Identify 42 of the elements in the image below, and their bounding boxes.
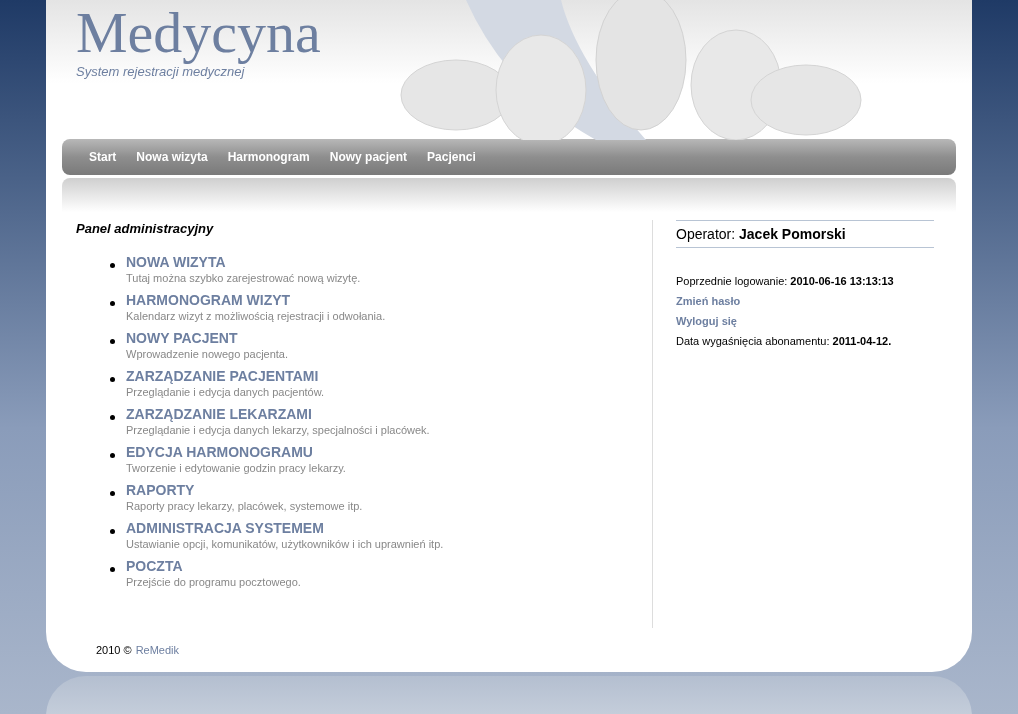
copyright-text: 2010 © (96, 644, 132, 657)
bullet-icon (110, 301, 115, 307)
nav-link[interactable]: Harmonogram (227, 150, 310, 165)
menu-link[interactable]: ADMINISTRACJA SYSTEMEM (126, 520, 444, 538)
nav-link[interactable]: Nowa wizyta (136, 150, 208, 165)
menu-description: Przejście do programu pocztowego. (126, 575, 301, 591)
sidebar-link[interactable]: Wyloguj się (676, 312, 934, 331)
menu-link[interactable]: NOWY PACJENT (126, 330, 289, 348)
bullet-icon (110, 339, 115, 345)
panel-heading: Panel administracyjny (76, 221, 215, 237)
bullet-icon (110, 529, 115, 535)
menu-link[interactable]: RAPORTY (126, 482, 363, 500)
menu-link[interactable]: HARMONOGRAM WIZYT (126, 292, 386, 310)
menu-description: Wprowadzenie nowego pacjenta. (126, 347, 289, 363)
menu-link[interactable]: EDYCJA HARMONOGRAMU (126, 444, 346, 462)
menu-link[interactable]: ZARZĄDZANIE PACJENTAMI (126, 368, 325, 386)
bullet-icon (110, 567, 115, 573)
expiry-text: Data wygaśnięcia abonamentu: 2011-04-12. (676, 334, 893, 350)
bullet-icon (110, 415, 115, 421)
menu-description: Raporty pracy lekarzy, placówek, systemowe itp. (126, 499, 363, 515)
site-title: Medycyna (76, 0, 322, 66)
site-subtitle: System rejestracji medycznej (76, 64, 246, 79)
nav-link[interactable]: Pacjenci (427, 150, 476, 165)
bullet-icon (110, 453, 115, 459)
bullet-icon (110, 263, 115, 269)
menu-description: Przeglądanie i edycja danych lekarzy, specjalności i placówek. (126, 423, 430, 439)
last-login-text: Poprzednie logowanie: 2010-06-16 13:13:13 (676, 274, 895, 290)
bullet-icon (110, 377, 115, 383)
menu-description: Ustawianie opcji, komunikatów, użytkowników i ich uprawnień itp. (126, 537, 444, 553)
menu-description: Tutaj można szybko zarejestrować nową wizytę. (126, 271, 361, 287)
menu-link[interactable]: ZARZĄDZANIE LEKARZAMI (126, 406, 430, 424)
sidebar-link[interactable]: Zmień hasło (676, 292, 934, 311)
nav-link[interactable]: Start (89, 150, 117, 165)
menu-description: Przeglądanie i edycja danych pacjentów. (126, 385, 325, 401)
footer-link[interactable]: ReMedik (135, 644, 180, 657)
operator-label: Operator: Jacek Pomorski (676, 220, 934, 249)
nav-link[interactable]: Nowy pacjent (329, 150, 408, 165)
menu-link[interactable]: NOWA WIZYTA (126, 254, 361, 272)
menu-description: Tworzenie i edytowanie godzin pracy lekarzy. (126, 461, 346, 477)
bullet-icon (110, 491, 115, 497)
menu-link[interactable]: POCZTA (126, 558, 301, 576)
menu-description: Kalendarz wizyt z możliwością rejestracji i odwołania. (126, 309, 386, 325)
